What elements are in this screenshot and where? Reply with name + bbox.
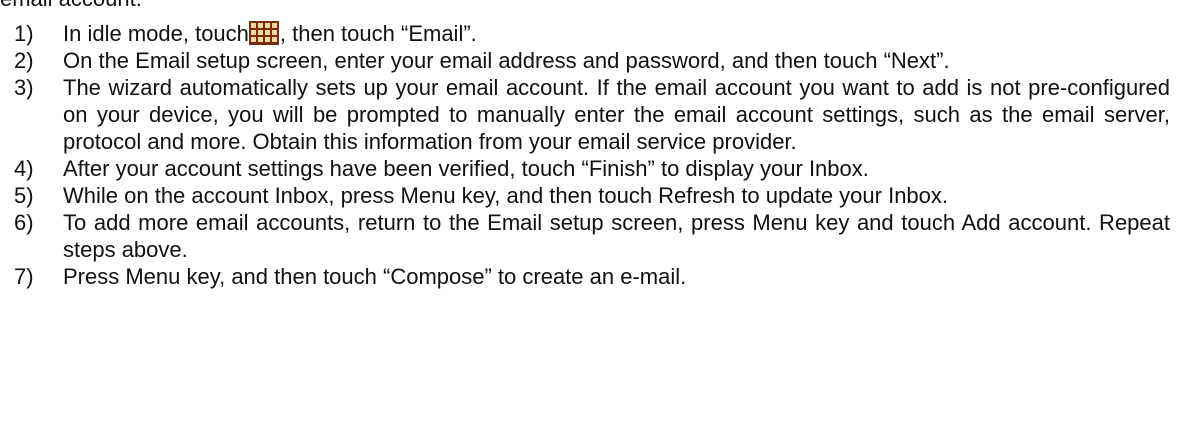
step-text-before-icon: In idle mode, touch [63,21,249,46]
intro-text: email account. [0,0,142,12]
step-number: 2) [14,48,34,73]
step-text: On the Email setup screen, enter your em… [63,48,950,73]
step-item: 5) While on the account Inbox, press Men… [0,182,1178,209]
step-text: Press Menu key, and then touch “Compose”… [63,264,687,289]
step-number: 1) [14,21,34,46]
steps-list: 1) In idle mode, touch , then touch “Ema… [0,20,1178,290]
step-item: 7) Press Menu key, and then touch “Compo… [0,263,1178,290]
step-item: 1) In idle mode, touch , then touch “Ema… [0,20,1178,47]
document-page: email account. 1) In idle mode, touch [0,0,1178,434]
step-item: 6) To add more email accounts, return to… [0,209,1178,263]
step-text: To add more email accounts, return to th… [63,210,1170,262]
step-item: 3) The wizard automatically sets up your… [0,74,1178,155]
step-text: The wizard automatically sets up your em… [63,75,1170,154]
step-number: 4) [14,156,34,181]
step-number: 3) [14,75,34,100]
step-number: 5) [14,183,34,208]
step-number: 6) [14,210,34,235]
step-item: 2) On the Email setup screen, enter your… [0,47,1178,74]
app-grid-icon [248,21,279,45]
step-text: After your account settings have been ve… [63,156,869,181]
step-text-after-icon: , then touch “Email”. [279,21,477,46]
step-text: While on the account Inbox, press Menu k… [63,183,949,208]
step-number: 7) [14,264,34,289]
step-item: 4) After your account settings have been… [0,155,1178,182]
